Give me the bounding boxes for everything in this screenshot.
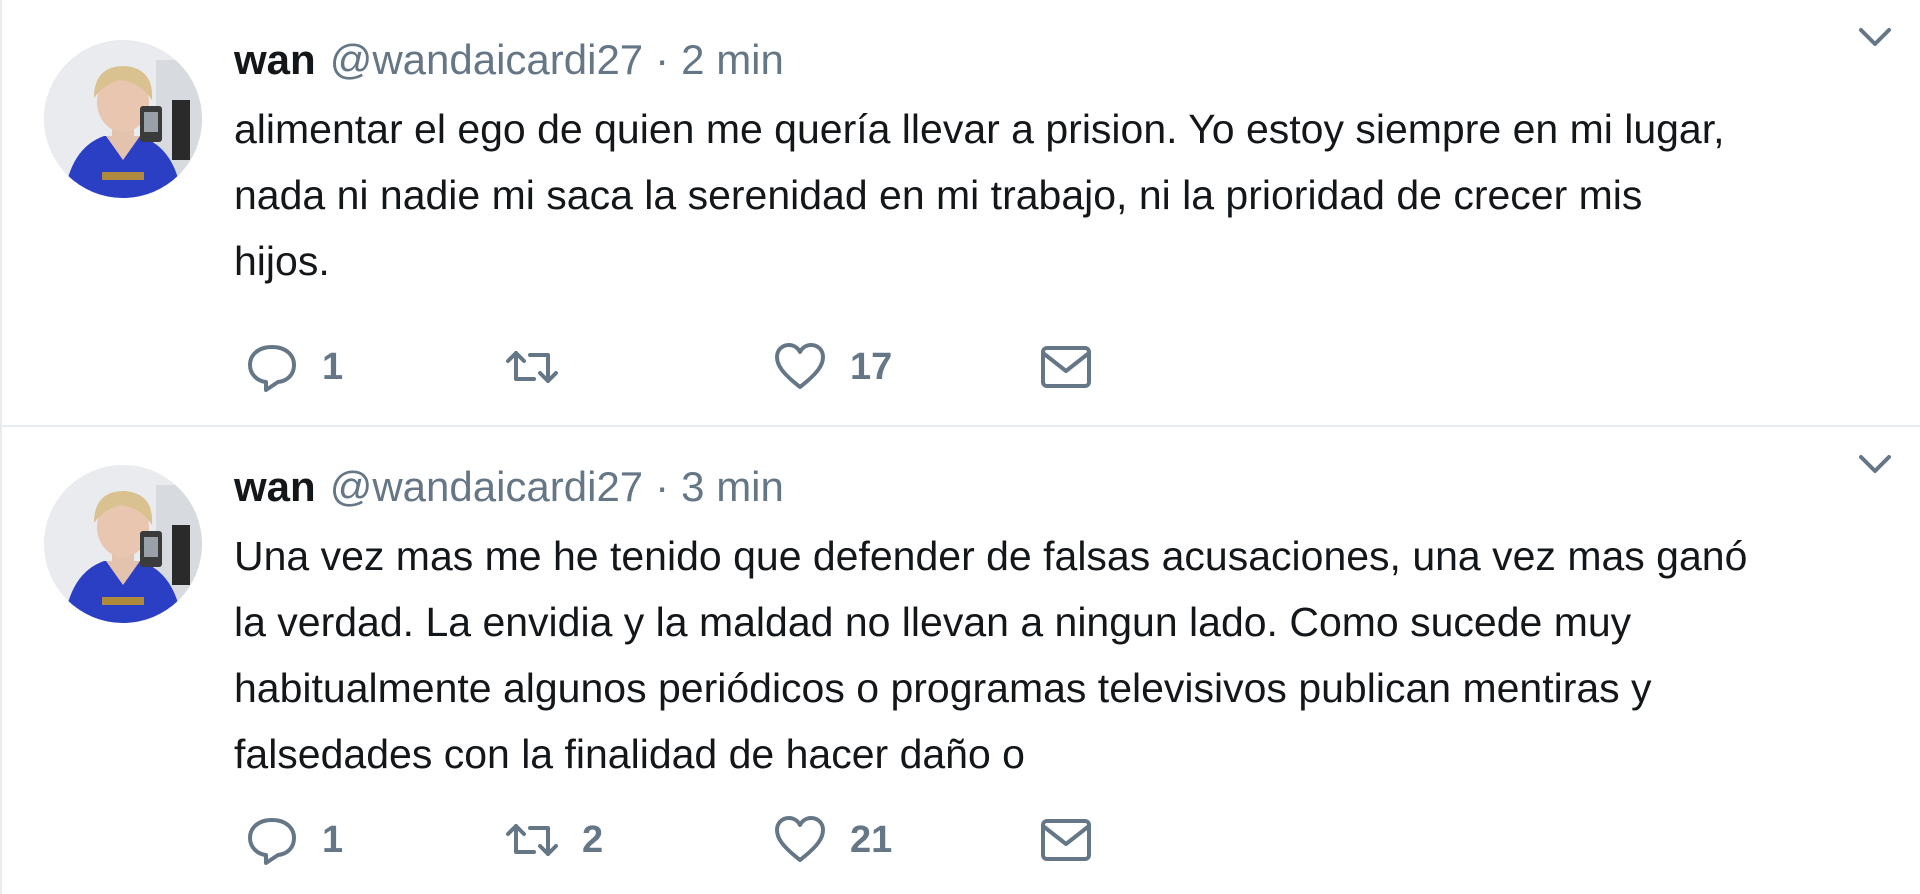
tweet-body: wan @wandaicardi27 · 2 min alimentar el … [234, 36, 1900, 294]
direct-message-button[interactable] [1038, 812, 1094, 868]
tweet-body: wan @wandaicardi27 · 3 min Una vez mas m… [234, 463, 1900, 787]
reply-button[interactable]: 1 [244, 339, 343, 395]
chevron-down-icon[interactable] [1852, 441, 1898, 487]
author-handle[interactable]: @wandaicardi27 [330, 463, 643, 511]
tweet-text-line: Una vez mas me he tenido que defender de… [234, 533, 1748, 579]
reply-count: 1 [322, 345, 344, 388]
retweet-button[interactable] [504, 339, 582, 395]
like-button[interactable]: 21 [772, 812, 892, 868]
tweet-text-line: nada ni nadie mi saca la serenidad en mi… [234, 172, 1643, 218]
reply-icon [244, 812, 300, 868]
reply-button[interactable]: 1 [244, 812, 343, 868]
tweet-text-line: habitualmente algunos periódicos o progr… [234, 665, 1652, 711]
tweet[interactable]: wan @wandaicardi27 · 2 min alimentar el … [2, 0, 1920, 427]
like-count: 21 [850, 818, 893, 861]
tweet-timestamp[interactable]: 2 min [681, 36, 784, 84]
header-separator: · [655, 463, 670, 510]
tweet-header: wan @wandaicardi27 · 3 min [234, 463, 1900, 523]
tweet-text: alimentar el ego de quien me quería llev… [234, 96, 1900, 294]
direct-message-button[interactable] [1038, 339, 1094, 395]
tweet-text-line: hijos. [234, 238, 330, 284]
avatar-image [44, 465, 202, 623]
retweet-button[interactable]: 2 [504, 812, 603, 868]
tweet-text: Una vez mas me he tenido que defender de… [234, 523, 1900, 787]
avatar-image [44, 40, 202, 198]
retweet-icon [504, 812, 560, 868]
tweet-text-line: la verdad. La envidia y la maldad no lle… [234, 599, 1632, 645]
retweet-icon [504, 339, 560, 395]
envelope-icon [1038, 339, 1094, 395]
heart-icon [772, 812, 828, 868]
author-name[interactable]: wan [234, 36, 316, 84]
like-count: 17 [850, 345, 893, 388]
author-handle[interactable]: @wandaicardi27 [330, 36, 643, 84]
retweet-count: 2 [582, 818, 604, 861]
header-separator: · [655, 36, 670, 83]
like-button[interactable]: 17 [772, 339, 892, 395]
chevron-down-icon[interactable] [1852, 14, 1898, 60]
author-name[interactable]: wan [234, 463, 316, 511]
avatar[interactable] [44, 40, 202, 198]
tweet-text-line: falsedades con la finalidad de hacer dañ… [234, 731, 1025, 777]
envelope-icon [1038, 812, 1094, 868]
tweet-timeline: wan @wandaicardi27 · 2 min alimentar el … [0, 0, 1920, 894]
reply-count: 1 [322, 818, 344, 861]
avatar[interactable] [44, 465, 202, 623]
heart-icon [772, 339, 828, 395]
tweet[interactable]: wan @wandaicardi27 · 3 min Una vez mas m… [2, 427, 1920, 894]
tweet-header: wan @wandaicardi27 · 2 min [234, 36, 1900, 96]
reply-icon [244, 339, 300, 395]
tweet-timestamp[interactable]: 3 min [681, 463, 784, 511]
tweet-text-line: alimentar el ego de quien me quería llev… [234, 106, 1725, 152]
